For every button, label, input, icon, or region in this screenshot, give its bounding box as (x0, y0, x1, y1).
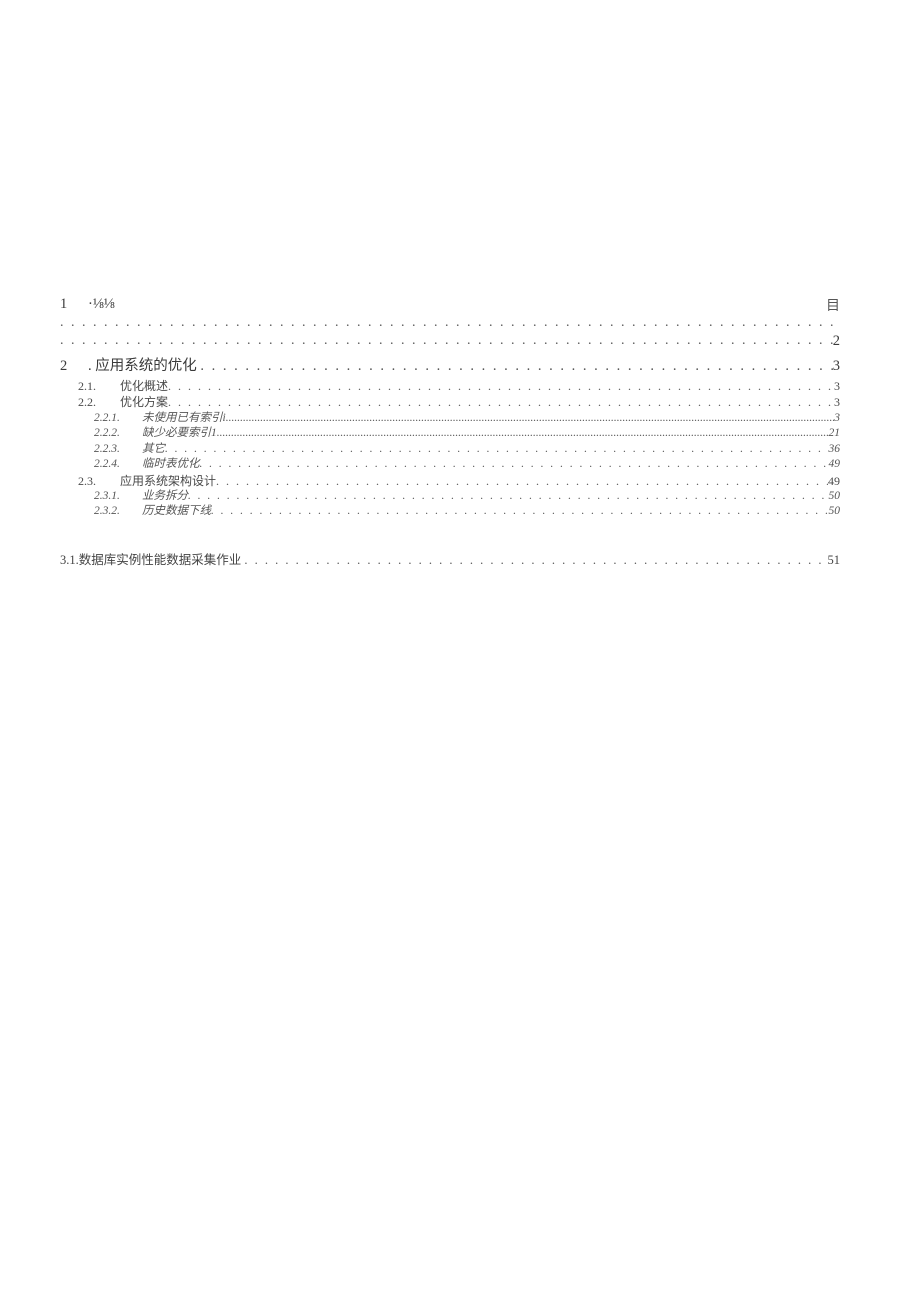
sub-page: 49 (829, 457, 841, 473)
toc-sub-2-2-2: 2.2.2.缺少必要索引1 21 (60, 426, 840, 442)
leader-dots (226, 411, 835, 427)
entry1-num: 1 (60, 295, 88, 315)
sub-title: 历史数据下线 (142, 505, 211, 517)
sub-page: 49 (828, 473, 840, 489)
sub-title: 应用系统架构设计 (120, 474, 216, 488)
sub-title: 优化方案 (120, 395, 168, 409)
toc-sub-2-2-4: 2.2.4.临时表优化 49 (60, 457, 840, 473)
sub-num: 2.1. (78, 378, 120, 394)
toc-sub-2-2-3: 2.2.3.其它 36 (60, 442, 840, 458)
sub-title: 缺少必要索引1 (142, 427, 217, 439)
toc-content: 目 1·⅛⅛ 2 2. 应用系统的优化 3 2.1.优化概述 3 2.2.优化方 (60, 295, 840, 569)
leader-dots (165, 442, 829, 458)
entry31-label: 3.1.数据库实例性能数据采集作业 (60, 552, 241, 569)
sub-page: 50 (829, 504, 841, 520)
sub-title: 未使用已有索引i (142, 412, 226, 424)
sub-title: 临时表优化 (142, 458, 200, 470)
sub-num: 2.2. (78, 394, 120, 410)
leader-dots (211, 504, 829, 520)
sub-page: 36 (829, 442, 841, 458)
leader-dots (217, 426, 829, 442)
sub-num: 2.2.1. (94, 411, 142, 427)
toc-entry-3-1: 3.1.数据库实例性能数据采集作业 51 (60, 552, 840, 569)
leader-dots (244, 552, 827, 569)
toc-sub-2-3-1: 2.3.1.业务拆分 50 (60, 489, 840, 505)
toc-sub-2-2: 2.2.优化方案 3 (60, 394, 840, 410)
sub-num: 2.3. (78, 473, 120, 489)
entry1-title: ·⅛⅛ (88, 296, 115, 312)
entry1-page: 2 (833, 333, 840, 351)
mu-glyph: 目 (826, 295, 840, 315)
toc-entry-1-line1: 1·⅛⅛ (60, 295, 840, 315)
toc-entry-2: 2. 应用系统的优化 3 (60, 357, 840, 377)
sub-num: 2.3.2. (94, 504, 142, 520)
toc-sub-2-3-2: 2.3.2.历史数据下线 50 (60, 504, 840, 520)
leader-dots (216, 473, 828, 489)
sub-page: 3 (834, 411, 840, 427)
sub-page: 3 (834, 394, 840, 410)
toc-entry-1-leader-a (60, 315, 840, 333)
document-page: 目 1·⅛⅛ 2 2. 应用系统的优化 3 2.1.优化概述 3 2.2.优化方 (0, 0, 920, 1301)
entry2-page: 3 (833, 357, 840, 377)
sub-num: 2.2.4. (94, 457, 142, 473)
toc-sub-2-2-1: 2.2.1.未使用已有索引i 3 (60, 411, 840, 427)
sub-page: 21 (829, 426, 841, 442)
sub-title: 优化概述 (120, 379, 168, 393)
sub-page: 50 (829, 489, 841, 505)
entry2-num: 2 (60, 357, 88, 377)
toc-sub-2-3: 2.3.应用系统架构设计 49 (60, 473, 840, 489)
toc-entry-1-line3: 2 (60, 333, 840, 351)
sub-num: 2.2.2. (94, 426, 142, 442)
leader-dots (188, 489, 829, 505)
toc-sub-2-1: 2.1.优化概述 3 (60, 378, 840, 394)
sub-title: 业务拆分 (142, 490, 188, 502)
entry2-title: . 应用系统的优化 (88, 358, 197, 374)
sub-num: 2.3.1. (94, 489, 142, 505)
entry31-page: 51 (828, 552, 841, 569)
sub-page: 3 (834, 378, 840, 394)
leader-dots (200, 357, 832, 377)
sub-num: 2.2.3. (94, 442, 142, 458)
sub-title: 其它 (142, 443, 165, 455)
toc-sub-block: 2.1.优化概述 3 2.2.优化方案 3 2.2.1.未使用已有索引i 3 2… (60, 378, 840, 520)
leader-dots (168, 394, 834, 410)
toc-entry-1-leader-b (60, 333, 833, 351)
leader-dots (168, 378, 834, 394)
leader-dots (200, 457, 829, 473)
section-gap (60, 520, 840, 552)
